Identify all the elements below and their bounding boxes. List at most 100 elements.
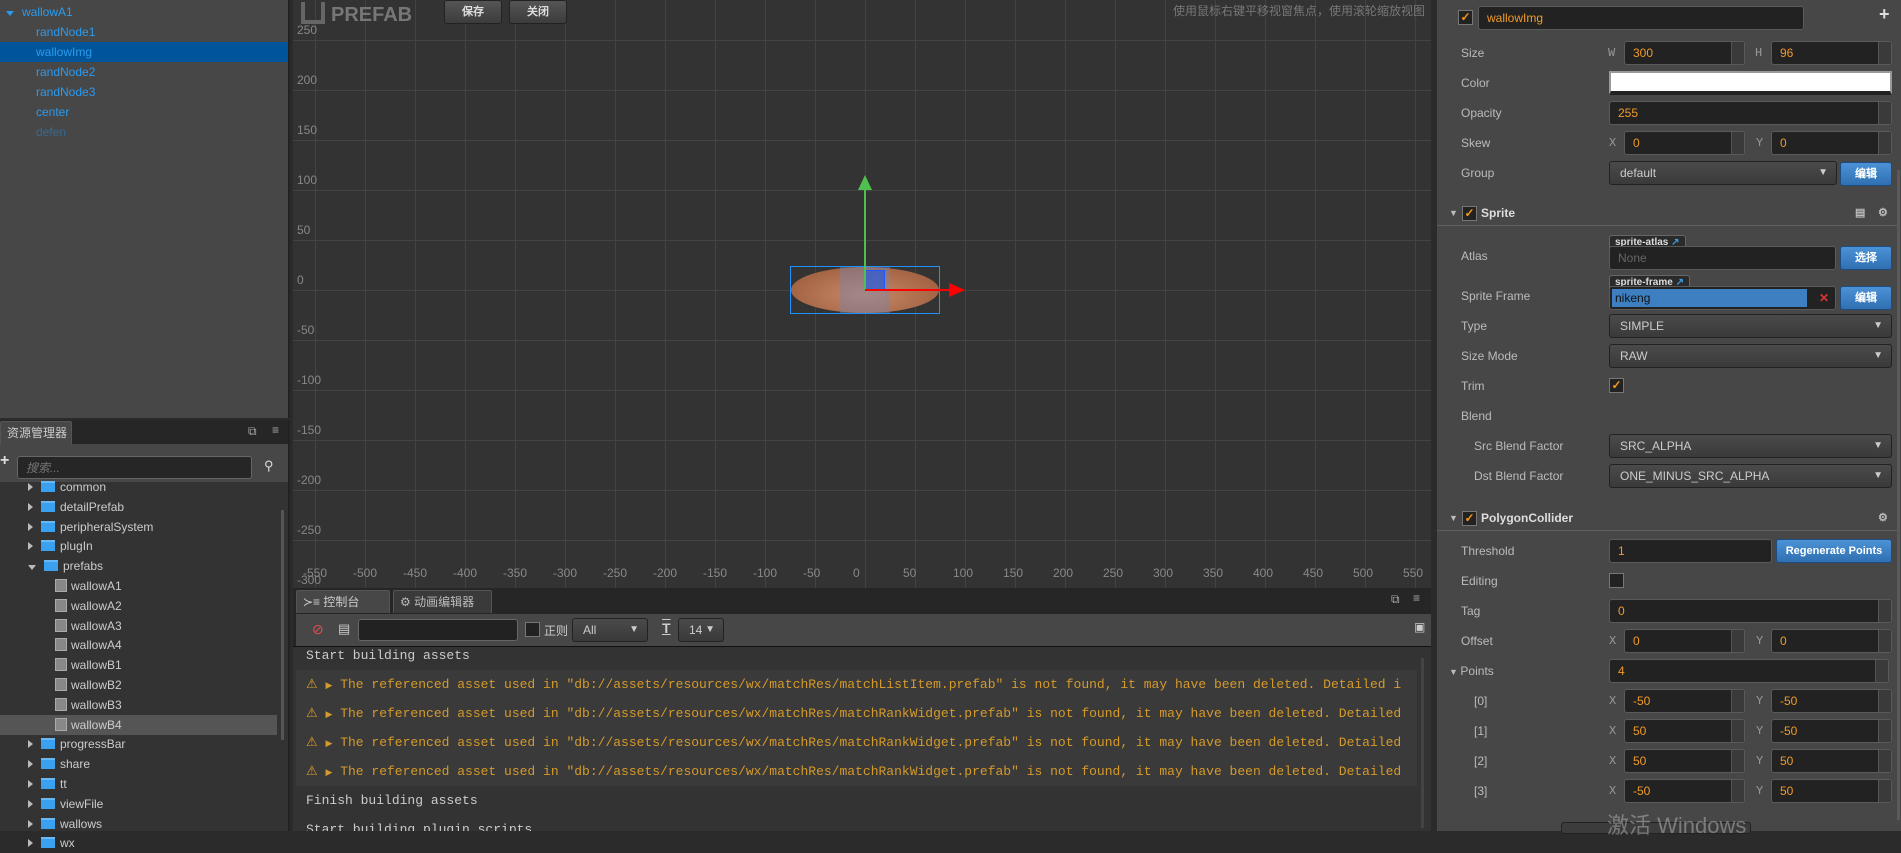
asset-folder[interactable]: progressBar [28, 734, 125, 754]
sprite-component-header[interactable]: ▼ ✓ Sprite ▤ ⚙ [1437, 200, 1897, 226]
x-arrow-icon[interactable] [949, 283, 965, 297]
asset-prefab[interactable]: wallowA2 [0, 596, 277, 616]
search-icon[interactable]: ⚲ [264, 458, 274, 474]
gear-icon[interactable]: ⚙ [1878, 200, 1888, 226]
log-entry[interactable]: ⚠ ▶ The referenced asset used in "db://a… [296, 699, 1417, 728]
x-axis-gizmo[interactable] [865, 289, 950, 291]
search-input[interactable] [17, 456, 252, 479]
add-icon[interactable]: + [0, 452, 9, 470]
asset-prefab[interactable]: wallowA1 [0, 576, 277, 596]
hierarchy-node[interactable]: defen [0, 122, 288, 142]
clear-icon[interactable]: ⊘ [312, 621, 324, 638]
skew-y-input[interactable]: 0 [1771, 131, 1892, 155]
asset-folder[interactable]: plugIn [28, 536, 93, 556]
expand-icon[interactable] [28, 819, 33, 828]
y-axis-gizmo[interactable] [864, 186, 866, 290]
asset-folder[interactable]: detailPrefab [28, 497, 124, 517]
asset-prefab[interactable]: wallowA3 [0, 616, 277, 636]
edit-sprite-button[interactable]: 编辑 [1840, 286, 1892, 310]
scene-view[interactable]: -550 -500 -450 -400 -350 -300 -250 -200 -150 -100… [293, 0, 1431, 588]
point-y-input[interactable]: 50 [1771, 779, 1892, 803]
hierarchy-root[interactable]: wallowA1 [0, 2, 288, 22]
editing-checkbox[interactable] [1609, 573, 1624, 588]
clear-icon[interactable]: ✕ [1819, 287, 1829, 309]
offset-y-input[interactable]: 0 [1771, 629, 1892, 653]
trim-checkbox[interactable]: ✓ [1609, 378, 1624, 393]
menu-icon[interactable]: ≡ [1413, 591, 1420, 605]
log-entry[interactable]: ⚠ ▶ The referenced asset used in "db://a… [296, 757, 1417, 786]
save-button[interactable]: 保存 [444, 0, 502, 24]
tag-input[interactable]: 0 [1609, 599, 1892, 623]
log-entry[interactable]: ⚠ ▶ The referenced asset used in "db://a… [296, 670, 1417, 699]
src-blend-select[interactable]: SRC_ALPHA [1609, 434, 1892, 458]
hierarchy-node[interactable]: randNode1 [0, 22, 288, 42]
opacity-input[interactable]: 255 [1609, 101, 1892, 125]
log-level-select[interactable]: All [572, 618, 648, 642]
log-entry[interactable]: ⚠ ▶ The referenced asset used in "db://a… [296, 728, 1417, 757]
width-input[interactable]: 300 [1624, 41, 1745, 65]
scrollbar[interactable] [281, 510, 284, 740]
gear-icon[interactable]: ⚙ [1878, 505, 1888, 531]
expand-icon[interactable] [28, 799, 33, 808]
expand-icon[interactable] [28, 565, 36, 571]
asset-folder[interactable]: peripheralSystem [28, 517, 153, 537]
asset-prefab[interactable]: wallowB2 [0, 675, 277, 695]
atlas-field[interactable]: None [1609, 246, 1836, 270]
tab-animation-editor[interactable]: ⚙ 动画编辑器 [393, 590, 492, 613]
collapse-icon[interactable]: ▼ [1449, 200, 1458, 226]
expand-icon[interactable] [28, 740, 33, 749]
expand-icon[interactable] [28, 839, 33, 848]
hierarchy-node[interactable]: wallowImg [0, 42, 288, 62]
collider-component-header[interactable]: ▼ ✓ PolygonCollider ⚙ [1437, 505, 1897, 531]
asset-folder[interactable]: wx [28, 833, 75, 853]
expand-icon[interactable] [28, 483, 33, 491]
sprite-enabled-checkbox[interactable]: ✓ [1462, 206, 1477, 221]
expand-icon[interactable] [28, 502, 33, 511]
expand-icon[interactable] [28, 522, 33, 531]
asset-folder[interactable]: prefabs [28, 556, 103, 576]
expand-icon[interactable]: ▶ [325, 710, 332, 720]
hierarchy-node[interactable]: randNode3 [0, 82, 288, 102]
point-x-input[interactable]: 50 [1624, 749, 1745, 773]
points-label[interactable]: ▼ Points [1449, 659, 1494, 684]
expand-icon[interactable] [28, 780, 33, 788]
group-select[interactable]: default [1609, 161, 1837, 185]
menu-icon[interactable]: ≡ [272, 423, 279, 437]
add-component-icon[interactable]: + [1879, 4, 1890, 25]
collapse-icon[interactable]: ▼ [1449, 505, 1458, 531]
tab-console[interactable]: ≻≡ 控制台 [296, 590, 390, 613]
threshold-input[interactable]: 1 [1609, 539, 1772, 563]
asset-folder[interactable]: viewFile [28, 794, 103, 814]
hierarchy-node[interactable]: randNode2 [0, 62, 288, 82]
expand-icon[interactable] [28, 542, 33, 551]
select-atlas-button[interactable]: 选择 [1840, 246, 1892, 270]
type-select[interactable]: SIMPLE [1609, 314, 1892, 338]
popout-icon[interactable]: ⧉ [248, 424, 257, 439]
help-icon[interactable]: ▤ [1855, 200, 1865, 226]
log-entry[interactable]: Finish building assets [296, 786, 1417, 815]
font-size-select[interactable]: 14 [678, 618, 724, 642]
filter-input[interactable] [358, 619, 518, 641]
color-picker[interactable] [1609, 71, 1892, 95]
asset-folder[interactable]: share [28, 754, 90, 774]
move-handle[interactable] [865, 270, 885, 290]
point-x-input[interactable]: 50 [1624, 719, 1745, 743]
dst-blend-select[interactable]: ONE_MINUS_SRC_ALPHA [1609, 464, 1892, 488]
skew-x-input[interactable]: 0 [1624, 131, 1745, 155]
expand-icon[interactable]: ▶ [325, 739, 332, 749]
asset-folder[interactable]: common [28, 477, 106, 497]
sprite-frame-field[interactable]: nikeng ✕ [1609, 286, 1836, 310]
asset-prefab[interactable]: wallowB1 [0, 655, 277, 675]
point-y-input[interactable]: 50 [1771, 749, 1892, 773]
point-x-input[interactable]: -50 [1624, 689, 1745, 713]
size-mode-select[interactable]: RAW [1609, 344, 1892, 368]
scrollbar[interactable] [1897, 170, 1900, 820]
y-arrow-icon[interactable] [858, 175, 872, 190]
scrollbar[interactable] [1421, 658, 1424, 828]
open-log-icon[interactable]: ▤ [338, 621, 350, 637]
offset-x-input[interactable]: 0 [1624, 629, 1745, 653]
log-entry[interactable]: Start building plugin scripts [296, 815, 1417, 831]
asset-prefab[interactable]: wallowA4 [0, 635, 277, 655]
collider-enabled-checkbox[interactable]: ✓ [1462, 511, 1477, 526]
expand-icon[interactable] [6, 11, 14, 16]
